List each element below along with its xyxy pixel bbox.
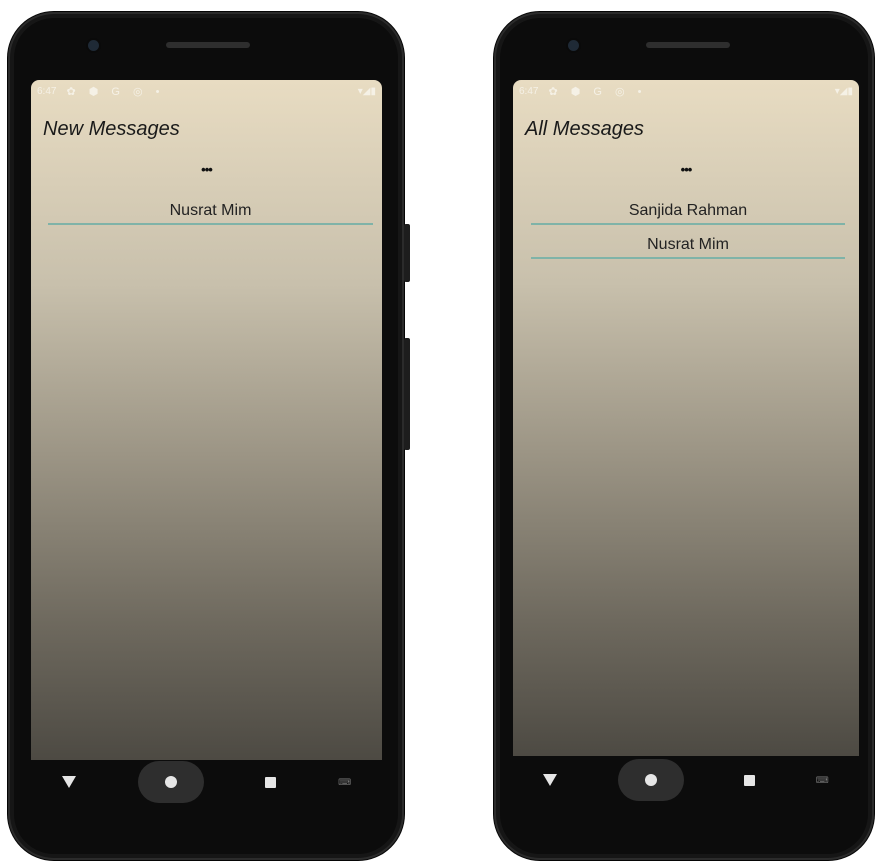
overflow-menu-icon[interactable]: ••• [513,162,859,177]
list-item[interactable]: Nusrat Mim [531,232,845,259]
home-icon [644,774,657,786]
status-bar: 6:47 ✿ ⬢ G ◎ • ▾◢▮ [513,80,859,102]
front-camera [88,40,99,51]
navigation-bar: ⌨ [513,756,859,804]
list-item[interactable]: Sanjida Rahman [531,198,845,225]
app-screen: 6:47 ✿ ⬢ G ◎ • ▾◢▮ All Messages ••• Sanj… [513,80,859,756]
phone-right: 6:47 ✿ ⬢ G ◎ • ▾◢▮ All Messages ••• Sanj… [494,12,874,860]
earpiece-speaker [166,42,250,48]
front-camera [568,40,579,51]
page-title: All Messages [525,118,644,140]
page-title: New Messages [43,118,180,140]
notification-icons: ✿ ⬢ G ◎ • [66,85,165,98]
keyboard-icon[interactable]: ⌨ [816,775,829,786]
status-bar: 6:47 ✿ ⬢ G ◎ • ▾◢▮ [31,80,382,102]
back-icon[interactable] [61,776,76,788]
message-list: Nusrat Mim [48,198,373,232]
keyboard-icon[interactable]: ⌨ [338,777,351,788]
home-button[interactable] [137,761,204,803]
back-icon[interactable] [543,774,558,786]
app-screen: 6:47 ✿ ⬢ G ◎ • ▾◢▮ New Messages ••• Nusr… [31,80,382,760]
recents-icon[interactable] [265,776,277,788]
screenshot-stage: 6:47 ✿ ⬢ G ◎ • ▾◢▮ New Messages ••• Nusr… [0,0,878,863]
message-list: Sanjida Rahman Nusrat Mim [531,198,845,266]
earpiece-speaker [646,42,730,48]
signal-battery-icons: ▾◢▮ [834,85,853,97]
overflow-menu-icon[interactable]: ••• [31,162,382,177]
home-icon [164,776,177,788]
signal-battery-icons: ▾◢▮ [357,85,376,97]
recents-icon[interactable] [744,774,756,786]
status-time: 6:47 [37,85,57,97]
notification-icons: ✿ ⬢ G ◎ • [548,85,647,98]
status-time: 6:47 [519,85,539,97]
phone-left: 6:47 ✿ ⬢ G ◎ • ▾◢▮ New Messages ••• Nusr… [8,12,410,860]
list-item[interactable]: Nusrat Mim [48,198,373,225]
navigation-bar: ⌨ [31,760,382,804]
home-button[interactable] [617,759,684,801]
power-button [404,224,410,282]
volume-button [404,338,410,450]
